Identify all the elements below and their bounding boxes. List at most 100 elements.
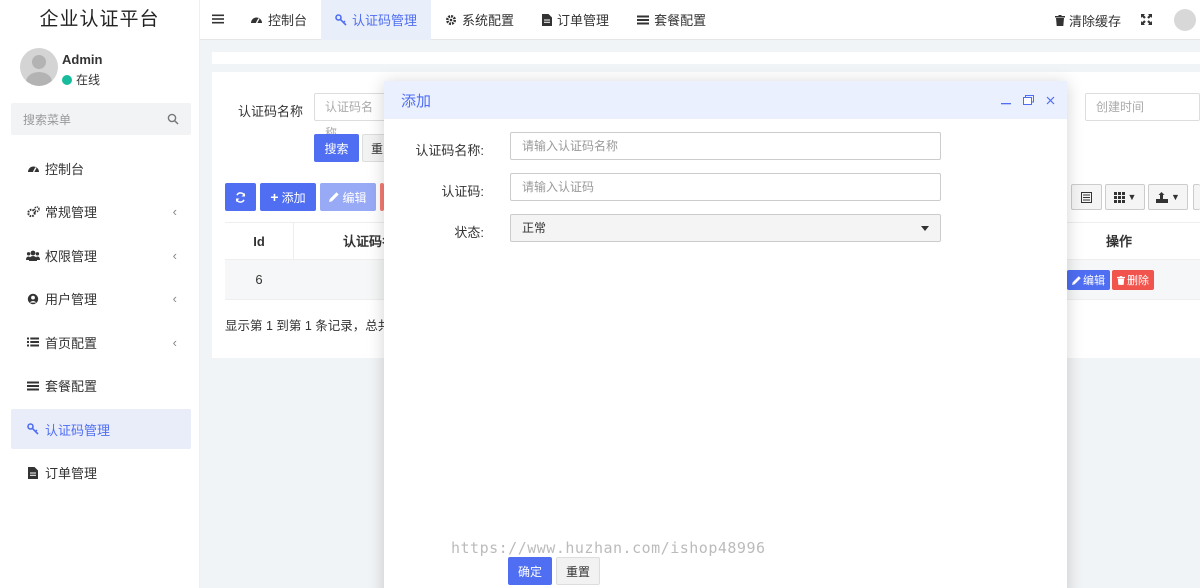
top-nav: 控制台 认证码管理 系统配置 订单管理 套餐配置 清除缓存: [200, 0, 1200, 40]
maximize-icon[interactable]: [1023, 93, 1034, 108]
col-header-id: Id: [253, 234, 265, 249]
tab-label: 套餐配置: [654, 13, 707, 28]
clear-cache-label: 清除缓存: [1068, 13, 1121, 29]
nav-user-avatar[interactable]: [1174, 9, 1196, 31]
tab-package-config[interactable]: 套餐配置: [623, 0, 720, 40]
sidebar-item-label: 认证码管理: [45, 422, 111, 438]
dialog-title: 添加: [401, 92, 432, 110]
file-icon: [25, 466, 41, 479]
tab-system-config[interactable]: 系统配置: [431, 0, 528, 40]
key-icon: [25, 423, 41, 435]
sidebar-item-label: 订单管理: [45, 466, 98, 481]
search-label: 认证码名称: [238, 104, 304, 119]
sidebar-item-orders[interactable]: 订单管理: [11, 453, 191, 493]
pagination-info: 显示第 1 到第 1 条记录，总共: [225, 319, 391, 333]
caret-down-icon: ▼: [1127, 192, 1137, 202]
tab-dashboard[interactable]: 控制台: [236, 0, 321, 40]
col-header-ops: 操作: [1105, 234, 1132, 249]
trash-icon: [1054, 14, 1065, 26]
toggle-view-button[interactable]: [1071, 184, 1102, 210]
trash-icon: [1117, 275, 1125, 285]
row-edit-button[interactable]: 编辑: [1067, 270, 1110, 290]
nav-right-tools: 清除缓存: [1054, 0, 1200, 40]
table-icon: [1081, 191, 1092, 203]
dialog-controls: [1001, 81, 1055, 119]
add-dialog: 添加 认证码名称: 请输入认证码名称 认证码: 请输入认证码 状态: 正常 确定…: [384, 81, 1067, 588]
export-icon: [1156, 191, 1169, 203]
created-time-input[interactable]: 创建时间: [1085, 93, 1200, 121]
tab-label: 控制台: [268, 13, 308, 28]
sidebar: 企业认证平台 Admin 在线 搜索菜单 控制台 常规管理 ‹ 权限管理 ‹ 用…: [0, 0, 200, 588]
plus-icon: +: [270, 189, 279, 205]
user-status: 在线: [62, 71, 100, 88]
sidebar-item-package-config[interactable]: 套餐配置: [11, 366, 191, 406]
code-name-field[interactable]: 请输入认证码名称: [510, 132, 941, 160]
refresh-button[interactable]: [225, 183, 256, 211]
user-circle-icon: [25, 293, 41, 305]
sidebar-item-auth-code[interactable]: 认证码管理: [11, 409, 191, 449]
search-button[interactable]: 搜索: [314, 134, 359, 162]
sidebar-item-label: 常规管理: [45, 205, 98, 220]
chevron-left-icon: ‹: [172, 204, 177, 219]
columns-dropdown-button[interactable]: ▼: [1105, 184, 1145, 210]
code-name-label: 认证码名称:: [415, 143, 484, 158]
reset-button[interactable]: 重置: [556, 557, 600, 585]
status-select-value: 正常: [522, 221, 547, 235]
edit-button[interactable]: 编辑: [320, 183, 376, 211]
sidebar-item-dashboard[interactable]: 控制台: [11, 148, 191, 188]
dialog-header: 添加: [384, 81, 1067, 119]
bars-icon: [25, 381, 41, 391]
row-edit-label: 编辑: [1083, 275, 1105, 287]
confirm-button[interactable]: 确定: [508, 557, 552, 585]
file-icon: [542, 13, 553, 26]
reset-search-button[interactable]: 重: [362, 134, 386, 162]
search-toggle-button-partial[interactable]: [1193, 184, 1200, 210]
sidebar-item-permissions[interactable]: 权限管理 ‹: [11, 235, 191, 275]
sidebar-item-general[interactable]: 常规管理 ‹: [11, 192, 191, 232]
chevron-left-icon: ‹: [172, 334, 177, 350]
close-icon[interactable]: [1046, 93, 1055, 108]
sidebar-item-users[interactable]: 用户管理 ‹: [11, 279, 191, 319]
search-icon[interactable]: [167, 113, 179, 125]
tab-label: 系统配置: [462, 13, 515, 28]
user-avatar: [20, 48, 58, 86]
refresh-icon: [235, 191, 246, 203]
user-panel: Admin 在线: [0, 40, 199, 100]
row-delete-button[interactable]: 删除: [1112, 270, 1154, 290]
app-logo-title: 企业认证平台: [39, 9, 160, 30]
caret-down-icon: [921, 226, 929, 231]
fullscreen-icon[interactable]: [1141, 13, 1152, 28]
tab-label: 认证码管理: [352, 13, 418, 28]
cogs-icon: [25, 205, 41, 218]
tab-orders[interactable]: 订单管理: [528, 0, 623, 40]
sidebar-search-input[interactable]: 搜索菜单: [11, 103, 191, 135]
minimize-icon[interactable]: [1001, 93, 1011, 108]
user-status-label: 在线: [76, 73, 101, 87]
watermark-text: https://www.huzhan.com/ishop48996: [451, 539, 766, 557]
chevron-left-icon: ‹: [172, 291, 177, 306]
clear-cache-button[interactable]: 清除缓存: [1054, 11, 1121, 30]
chevron-left-icon: ‹: [172, 247, 177, 263]
row-delete-label: 删除: [1127, 275, 1149, 287]
status-label: 状态:: [454, 225, 484, 240]
search-code-input[interactable]: 认证码名称: [314, 93, 394, 140]
grid-icon: [1113, 191, 1125, 203]
code-field[interactable]: 请输入认证码: [510, 173, 941, 201]
add-button-label: 添加: [281, 190, 306, 205]
online-dot-icon: [62, 74, 72, 85]
pencil-icon: [1072, 275, 1081, 285]
tab-auth-code[interactable]: 认证码管理: [321, 0, 432, 40]
status-select[interactable]: 正常: [510, 214, 941, 242]
export-dropdown-button[interactable]: ▼: [1148, 184, 1188, 210]
menu-toggle-icon[interactable]: [200, 11, 236, 28]
tab-label: 订单管理: [557, 13, 610, 28]
edit-button-label: 编辑: [342, 190, 367, 205]
code-label: 认证码:: [441, 184, 484, 199]
sidebar-item-label: 套餐配置: [45, 379, 98, 394]
sidebar-item-home-config[interactable]: 首页配置 ‹: [11, 322, 191, 362]
pencil-icon: [329, 192, 340, 202]
dashboard-icon: [251, 17, 262, 24]
cell-id: 6: [255, 272, 263, 287]
add-button[interactable]: + 添加: [260, 183, 316, 211]
sidebar-item-label: 权限管理: [45, 248, 98, 264]
